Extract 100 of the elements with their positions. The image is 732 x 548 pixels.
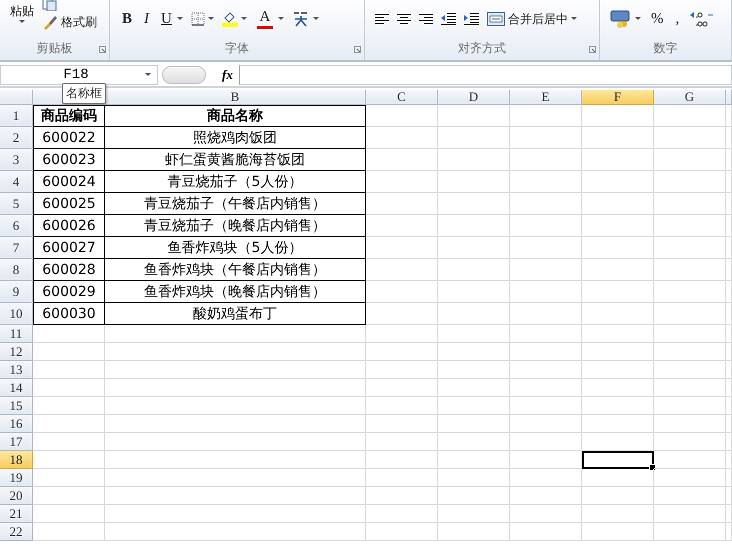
column-header[interactable]: C <box>366 90 438 105</box>
dropdown-arrow-icon[interactable] <box>312 17 319 21</box>
table-cell: 600029 <box>33 281 105 303</box>
column-header[interactable]: F <box>582 90 654 105</box>
empty-cell <box>366 237 438 259</box>
empty-cell <box>438 325 510 343</box>
empty-cell <box>510 505 582 523</box>
dropdown-arrow-icon[interactable] <box>145 73 151 77</box>
row-header[interactable]: 1 <box>0 105 33 127</box>
row-header[interactable]: 19 <box>0 469 33 487</box>
empty-cell <box>366 487 438 505</box>
underline-button[interactable]: U <box>159 10 174 28</box>
row-header[interactable]: 8 <box>0 259 33 281</box>
selected-cell[interactable] <box>582 451 654 469</box>
empty-cell <box>654 505 726 523</box>
bold-button[interactable]: B <box>120 10 134 28</box>
dropdown-arrow-icon[interactable] <box>635 17 641 21</box>
empty-cell <box>366 259 438 281</box>
increase-decimal-icon[interactable] <box>689 10 716 28</box>
empty-cell <box>366 469 438 487</box>
empty-cell <box>582 343 654 361</box>
empty-cell <box>510 433 582 451</box>
row-header[interactable]: 17 <box>0 433 33 451</box>
dropdown-arrow-icon[interactable] <box>278 17 284 21</box>
number-format-button[interactable]: % <box>649 10 666 28</box>
merge-cells-icon[interactable] <box>487 12 505 26</box>
borders-icon[interactable] <box>190 12 205 26</box>
row-header[interactable]: 21 <box>0 505 33 523</box>
empty-cell <box>510 451 582 469</box>
empty-cell <box>438 281 510 303</box>
row-header[interactable]: 14 <box>0 379 33 397</box>
brush-icon[interactable] <box>42 14 58 30</box>
empty-cell <box>366 433 438 451</box>
empty-cell <box>438 343 510 361</box>
empty-cell <box>510 149 582 171</box>
align-center-icon[interactable] <box>397 14 411 24</box>
dropdown-arrow-icon[interactable] <box>571 17 577 21</box>
row-header[interactable]: 4 <box>0 171 33 193</box>
row-header[interactable]: 5 <box>0 193 33 215</box>
row-header[interactable]: 2 <box>0 127 33 149</box>
dialog-launcher-icon[interactable] <box>354 46 361 53</box>
splitter-handle[interactable] <box>162 66 206 84</box>
dialog-launcher-icon[interactable] <box>589 46 596 53</box>
number-format-button[interactable]: , <box>674 10 682 28</box>
empty-cell <box>510 415 582 433</box>
increase-indent-icon[interactable] <box>464 13 479 25</box>
empty-cell <box>582 325 654 343</box>
dropdown-arrow-icon[interactable] <box>240 17 247 21</box>
align-left-icon[interactable] <box>375 14 389 24</box>
dropdown-arrow-icon[interactable] <box>208 17 214 21</box>
row-header[interactable]: 9 <box>0 281 33 303</box>
group-label: 数字 <box>654 40 678 57</box>
row-header[interactable]: 22 <box>0 523 33 541</box>
column-header[interactable]: G <box>654 90 726 105</box>
empty-cell <box>654 397 726 415</box>
empty-cell <box>510 193 582 215</box>
column-header[interactable]: E <box>510 90 582 105</box>
table-cell: 照烧鸡肉饭团 <box>105 127 366 149</box>
dropdown-arrow-icon[interactable] <box>176 17 183 21</box>
row-header[interactable]: 12 <box>0 343 33 361</box>
column-header[interactable]: D <box>438 90 510 105</box>
phonetic-guide-icon[interactable] <box>292 10 310 28</box>
merge-center-button[interactable]: 合并后居中 <box>487 10 568 28</box>
money-icon[interactable] <box>610 10 632 28</box>
row-header[interactable]: 20 <box>0 487 33 505</box>
empty-cell <box>366 379 438 397</box>
copy-icon[interactable] <box>42 0 58 10</box>
row-header[interactable]: 10 <box>0 303 33 325</box>
empty-cell <box>654 303 726 325</box>
empty-cell <box>654 433 726 451</box>
row-header[interactable]: 15 <box>0 397 33 415</box>
row-header[interactable]: 13 <box>0 361 33 379</box>
dialog-launcher-icon[interactable] <box>99 46 106 53</box>
insert-function-button[interactable]: fx <box>216 67 239 83</box>
empty-cell <box>654 259 726 281</box>
table-cell: 600023 <box>33 149 105 171</box>
formula-input[interactable] <box>238 65 732 85</box>
empty-cell <box>582 127 654 149</box>
row-header[interactable]: 7 <box>0 237 33 259</box>
font-color-button[interactable]: A <box>254 9 275 29</box>
empty-cell <box>654 193 726 215</box>
paste-button[interactable]: 粘贴 <box>10 2 34 24</box>
decrease-indent-icon[interactable] <box>441 13 456 25</box>
format-painter-button[interactable]: 格式刷 <box>42 14 97 30</box>
fill-bucket-icon[interactable] <box>222 11 238 27</box>
column-header[interactable]: B <box>105 90 366 105</box>
empty-cell <box>438 397 510 415</box>
dropdown-arrow-icon[interactable] <box>19 20 25 24</box>
row-header[interactable]: 11 <box>0 325 33 343</box>
row-header[interactable]: 6 <box>0 215 33 237</box>
column-title: 商品名称 <box>105 105 366 127</box>
row-header[interactable]: 18 <box>0 451 33 469</box>
row-header[interactable]: 16 <box>0 415 33 433</box>
italic-button[interactable]: I <box>142 10 152 28</box>
empty-cell <box>366 361 438 379</box>
empty-cell <box>438 193 510 215</box>
align-right-icon[interactable] <box>419 14 433 24</box>
empty-cell <box>654 105 726 127</box>
row-header[interactable]: 3 <box>0 149 33 171</box>
table-cell: 鱼香炸鸡块（午餐店内销售） <box>105 259 366 281</box>
